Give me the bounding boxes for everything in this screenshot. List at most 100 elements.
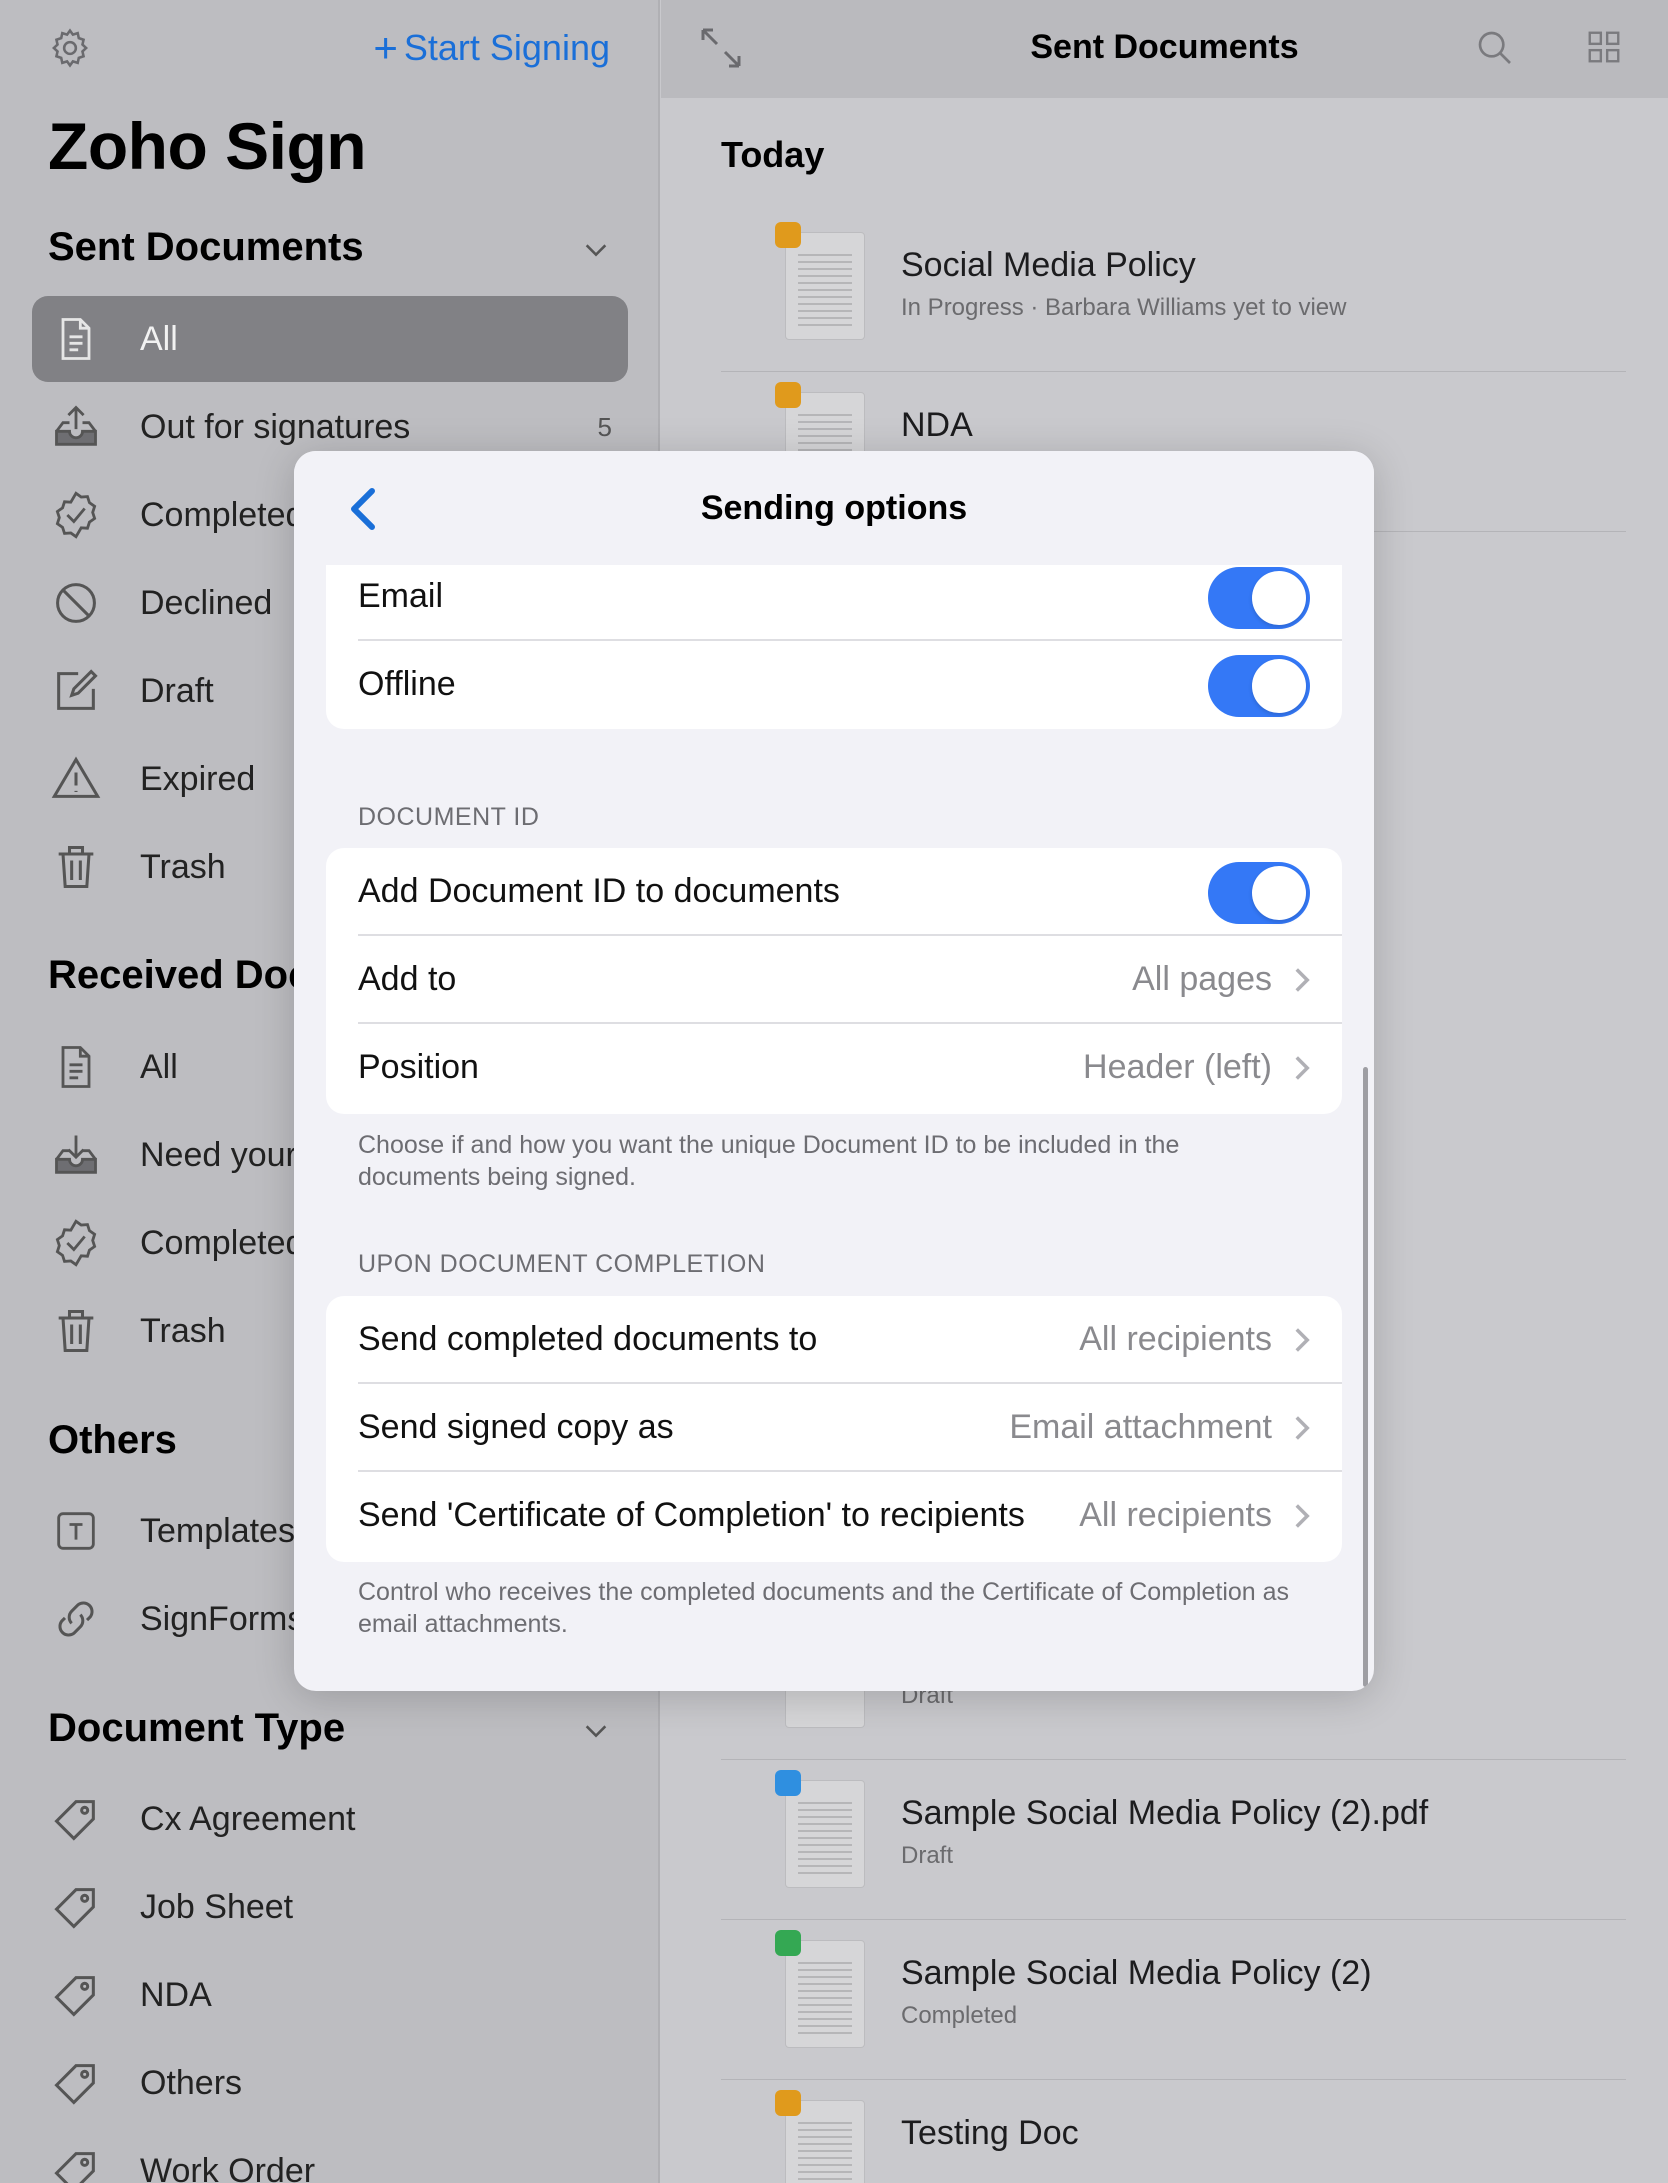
document-id-footnote: Choose if and how you want the unique Do… (358, 1131, 1180, 1191)
tag-icon (54, 2064, 95, 2105)
count-badge: 5 (597, 411, 612, 442)
position-value: Header (left) (1083, 1048, 1272, 1086)
clock-icon (775, 2090, 801, 2116)
plus-icon: + (373, 24, 398, 71)
template-icon (57, 1512, 95, 1550)
tray-download-icon (55, 1135, 97, 1174)
clock-icon (775, 222, 801, 248)
document-row[interactable]: Sample Social Media Policy (2) Completed (721, 1920, 1626, 2080)
trash-icon (58, 845, 94, 889)
document-icon (61, 1046, 91, 1088)
sidebar-item-work-order[interactable]: Work Order (32, 2128, 628, 2183)
tag-icon (54, 1976, 95, 2017)
app-title: Zoho Sign (48, 109, 367, 183)
sidebar-item-sent-all[interactable]: All (32, 296, 628, 382)
top-bar: Sent Documents (661, 0, 1668, 98)
add-document-id-toggle[interactable] (1208, 862, 1310, 924)
document-thumbnail (785, 1940, 865, 2048)
sidebar-item-label: Draft (140, 671, 214, 710)
tag-icon (54, 1888, 95, 1929)
chevron-right-icon (1295, 1328, 1310, 1352)
sent-documents-header[interactable]: Sent Documents (48, 225, 364, 270)
send-signed-copy-value: Email attachment (1009, 1408, 1272, 1446)
sidebar-item-label: All (140, 319, 178, 358)
check-icon (775, 1930, 801, 1956)
send-certificate-label: Send 'Certificate of Completion' to reci… (358, 1496, 1025, 1534)
chevron-right-icon (1295, 1056, 1310, 1080)
offline-toggle[interactable] (1208, 655, 1310, 717)
sidebar-item-label: Trash (140, 1311, 226, 1350)
document-id-section-label: DOCUMENT ID (358, 803, 540, 831)
document-thumbnail (785, 232, 865, 340)
sidebar-item-label: Out for signatures (140, 407, 411, 446)
add-document-id-label: Add Document ID to documents (358, 872, 840, 910)
send-signed-copy-row[interactable]: Send signed copy as Email attachment (326, 1384, 1342, 1472)
pencil-icon (775, 1770, 801, 1796)
prohibited-icon (56, 583, 96, 623)
document-name: Testing Doc (901, 2114, 1079, 2152)
sidebar-item-label: NDA (140, 1975, 212, 2014)
send-completed-documents-label: Send completed documents to (358, 1320, 818, 1358)
scrollbar[interactable] (1363, 1067, 1368, 1687)
sidebar-item-nda[interactable]: NDA (32, 1952, 628, 2038)
others-header[interactable]: Others (48, 1418, 177, 1463)
add-to-value: All pages (1132, 960, 1272, 998)
send-signed-copy-label: Send signed copy as (358, 1408, 674, 1446)
tag-icon (54, 1800, 95, 1841)
sidebar-item-job-sheet[interactable]: Job Sheet (32, 1864, 628, 1950)
warning-icon (51, 756, 101, 798)
search-icon[interactable] (1475, 28, 1515, 68)
chevron-right-icon (1295, 968, 1310, 992)
chevron-right-icon (1295, 1504, 1310, 1528)
document-thumbnail (785, 1780, 865, 1888)
sidebar-item-label: Completed (140, 495, 305, 534)
position-label: Position (358, 1048, 479, 1086)
document-name: Sample Social Media Policy (2).pdf (901, 1794, 1429, 1832)
sidebar-item-label: All (140, 1047, 178, 1086)
grid-view-icon[interactable] (1585, 28, 1623, 66)
add-document-id-row: Add Document ID to documents (326, 848, 1342, 936)
received-documents-header[interactable]: Received Doc (48, 953, 310, 998)
completion-section-label: UPON DOCUMENT COMPLETION (358, 1250, 766, 1278)
sidebar-item-label: Trash (140, 847, 226, 886)
sidebar-item-cx-agreement[interactable]: Cx Agreement (32, 1776, 628, 1862)
offline-row: Offline (326, 641, 1342, 729)
start-signing-button[interactable]: + Start Signing (373, 22, 610, 74)
send-certificate-row[interactable]: Send 'Certificate of Completion' to reci… (326, 1472, 1342, 1560)
modal-header: Sending options (294, 451, 1374, 565)
sidebar-item-label: Declined (140, 583, 273, 622)
document-name: NDA (901, 406, 973, 444)
sidebar-item-label: Expired (140, 759, 256, 798)
send-completed-documents-row[interactable]: Send completed documents to All recipien… (326, 1296, 1342, 1384)
sidebar-item-label: Job Sheet (140, 1887, 294, 1926)
document-type-header[interactable]: Document Type (48, 1706, 345, 1751)
add-to-row[interactable]: Add to All pages (326, 936, 1342, 1024)
chevron-right-icon (1295, 1416, 1310, 1440)
chevron-down-icon[interactable] (582, 1717, 610, 1745)
chevron-down-icon[interactable] (582, 236, 610, 264)
document-row[interactable]: Testing Doc (721, 2080, 1626, 2183)
sending-options-modal: Sending options Email Offline DOCUMENT I… (294, 451, 1374, 1691)
send-certificate-value: All recipients (1079, 1496, 1272, 1534)
position-row[interactable]: Position Header (left) (326, 1024, 1342, 1112)
sidebar-item-label: Others (140, 2063, 243, 2102)
document-icon (61, 318, 91, 360)
link-icon (58, 1601, 94, 1637)
trash-icon (58, 1309, 94, 1353)
send-completed-documents-value: All recipients (1079, 1320, 1272, 1358)
document-status: Completed (901, 2002, 1018, 2029)
sidebar-item-label: SignForms (140, 1599, 305, 1638)
offline-label: Offline (358, 665, 456, 703)
completion-footnote: Control who receives the completed docum… (358, 1578, 1290, 1638)
email-label: Email (358, 577, 444, 615)
document-row[interactable]: Social Media Policy In Progress · Barbar… (721, 212, 1626, 372)
document-status: In Progress · Barbara Williams yet to vi… (901, 294, 1347, 321)
sidebar-item-others-type[interactable]: Others (32, 2040, 628, 2126)
tag-icon (54, 2152, 95, 2183)
page-title: Sent Documents (1030, 28, 1299, 66)
check-seal-icon (55, 491, 97, 539)
sidebar-item-label: Cx Agreement (140, 1799, 356, 1838)
gear-icon[interactable] (48, 26, 92, 70)
document-row[interactable]: Sample Social Media Policy (2).pdf Draft (721, 1760, 1626, 1920)
email-toggle[interactable] (1208, 567, 1310, 629)
